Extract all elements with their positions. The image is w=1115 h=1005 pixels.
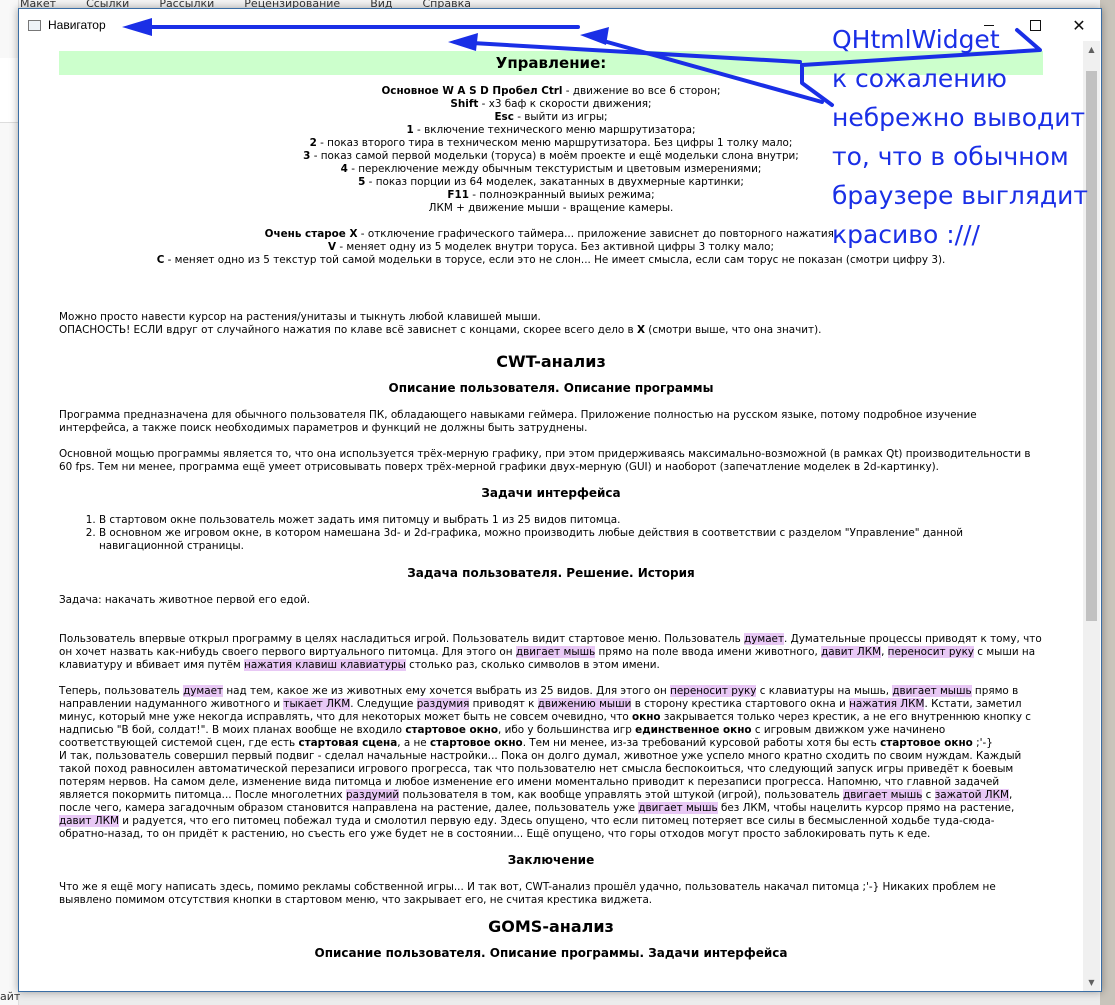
goms-subtitle: Описание пользователя. Описание программ… [314,946,788,960]
highlighted-operator: двигает мышь [638,802,718,814]
cwt-desc-title: Описание пользователя. Описание программ… [388,381,714,395]
scroll-down-icon[interactable]: ▼ [1083,974,1100,991]
text-run: с [922,789,935,801]
text-run: столько раз, сколько символов в этом име… [405,659,660,671]
key-description: - показ порции из 64 моделек, закатанных… [365,176,744,188]
text-run: Пользователь впервые открыл программу в … [59,633,745,645]
list-item: В стартовом окне пользователь может зада… [99,514,1043,527]
text-run: Теперь, пользователь [59,685,184,697]
cwt-title: CWT-анализ [496,352,606,371]
highlighted-operator: двигает мышь [515,646,596,658]
text-run: над тем, какое же из животных ему хочетс… [223,685,671,697]
key-label: F11 [447,189,469,201]
text-run: в сторону крестика стартового окна и [631,698,850,710]
bold-term: окно [632,711,661,723]
cwt-desc-paragraph-2: Основной мощью программы является то, чт… [59,448,1031,473]
text-run: прямо на поле ввода имени животного, [595,646,822,658]
cwt-user-task-title: Задача пользователя. Решение. История [407,566,695,580]
conclusion-paragraph: Что же я ещё могу написать здесь, помимо… [59,881,996,906]
text-run: приводят к [469,698,538,710]
annotation-line: QHtmlWidget [832,25,1000,54]
bold-term: стартовое окно [430,737,523,749]
text-run: , [881,646,888,658]
highlighted-operator: нажатия ЛКМ [849,698,925,710]
bold-term: стартовое окно [880,737,973,749]
cwt-story-paragraph-1: Пользователь впервые открыл программу в … [59,633,1043,672]
highlighted-operator: тыкает ЛКМ [283,698,351,710]
key-description: - меняет одно из 5 текстур той самой мод… [164,254,946,266]
cwt-story-paragraph-3: И так, пользователь совершил первый подв… [59,750,1043,841]
key-label: Esc [494,111,514,123]
text-run: , а не [397,737,430,749]
highlighted-operator: давит ЛКМ [821,646,882,658]
cwt-tasks-list: В стартовом окне пользователь может зада… [59,514,1043,553]
cwt-tasks-title: Задачи интерфейса [481,486,621,500]
text-run: пользователя в том, как вообще управлять… [399,789,844,801]
cwt-user-task: Задача: накачать животное первой его едо… [59,594,310,606]
key-description: - показ самой первой модельки (торуса) в… [310,150,799,162]
key-label: 4 [340,163,348,175]
key-description: - отключение графического таймера... при… [357,228,838,240]
key-description: - движение во все 6 сторон; [562,85,721,97]
text-run: с клавиатуры на мышь, [756,685,893,697]
highlighted-operator: раздумия [416,698,470,710]
key-label: Shift [450,98,479,110]
key-description: - полноэкранный выиых режима; [468,189,655,201]
highlighted-operator: движению мыши [537,698,632,710]
highlighted-operator: давит ЛКМ [59,815,119,827]
key-description: - меняет одну из 5 моделек внутри торуса… [336,241,775,253]
cwt-desc-paragraph-1: Программа предназначена для обычного пол… [59,409,977,434]
highlighted-operator: двигает мышь [892,685,972,697]
note-line-2: ОПАСНОСТЬ! ЕСЛИ вдруг от случайного нажа… [59,324,822,336]
cwt-story-paragraph-2: Теперь, пользователь думает над тем, как… [59,685,1043,750]
background-tab [0,58,18,123]
highlighted-operator: зажатой ЛКМ [934,789,1009,801]
key-description: - выйти из игры; [513,111,608,123]
key-label: V [327,241,337,253]
bold-term: единственное окно [635,724,752,736]
highlighted-operator: нажатия клавиш клавиатуры [244,659,406,671]
background-left-panel [0,0,19,1005]
key-description: - x3 баф к скорости движения; [478,98,652,110]
text-run: . Тем ни менее, из-за требований курсово… [522,737,881,749]
conclusion-title: Заключение [507,853,595,867]
highlighted-operator: переносит руку [887,646,974,658]
key-label: 2 [309,137,317,149]
key-label: 1 [406,124,414,136]
text-run: , ибо у большинства игр [498,724,636,736]
key-label: Очень старое X [264,228,358,240]
annotation-line: красиво :/// [832,220,980,249]
background-desktop-edge [1100,0,1115,1005]
key-description: - переключение между обычным текстуристы… [347,163,762,175]
highlighted-operator: двигает мышь [843,789,923,801]
annotation-line: небрежно выводит [832,103,1086,132]
list-item: В основном же игровом окне, в котором на… [99,527,1043,553]
key-description: ЛКМ + движение мыши - вращение камеры. [428,202,674,214]
annotation-line: то, что в обычном [832,142,1069,171]
goms-title: GOMS-анализ [488,917,614,936]
key-description: - включение технического меню маршрутиза… [413,124,696,136]
bold-term: стартовая сцена [298,737,398,749]
text-run: . Следущие [350,698,417,710]
highlighted-operator: думает [183,685,224,697]
text-run: и радуется, что его питомец побежал туда… [59,815,995,840]
text-run: ;'-} [972,737,993,749]
annotation-text: QHtmlWidget к сожалению небрежно выводит то… [832,20,1102,254]
note-line-1: Можно просто навести курсор на растения/… [59,311,541,323]
highlighted-operator: переносит руку [670,685,757,697]
key-description: - показ второго тира в техническом меню … [316,137,793,149]
highlighted-operator: раздумий [346,789,400,801]
annotation-line: браузере выглядит [832,181,1088,210]
bold-term: стартовое окно [405,724,498,736]
window-title: Навигатор [48,18,106,32]
key-label: Основное W A S D Пробел Ctrl [381,85,563,97]
controls-note: Можно просто навести курсор на растения/… [59,311,1043,337]
annotation-line: к сожалению [832,64,1007,93]
controls-old-line: C - меняет одно из 5 текстур той самой м… [59,254,1043,267]
text-run: без ЛКМ, чтобы нацелить курсор прямо на … [717,802,1015,814]
window-icon [28,20,41,31]
highlighted-operator: думает [744,633,785,645]
